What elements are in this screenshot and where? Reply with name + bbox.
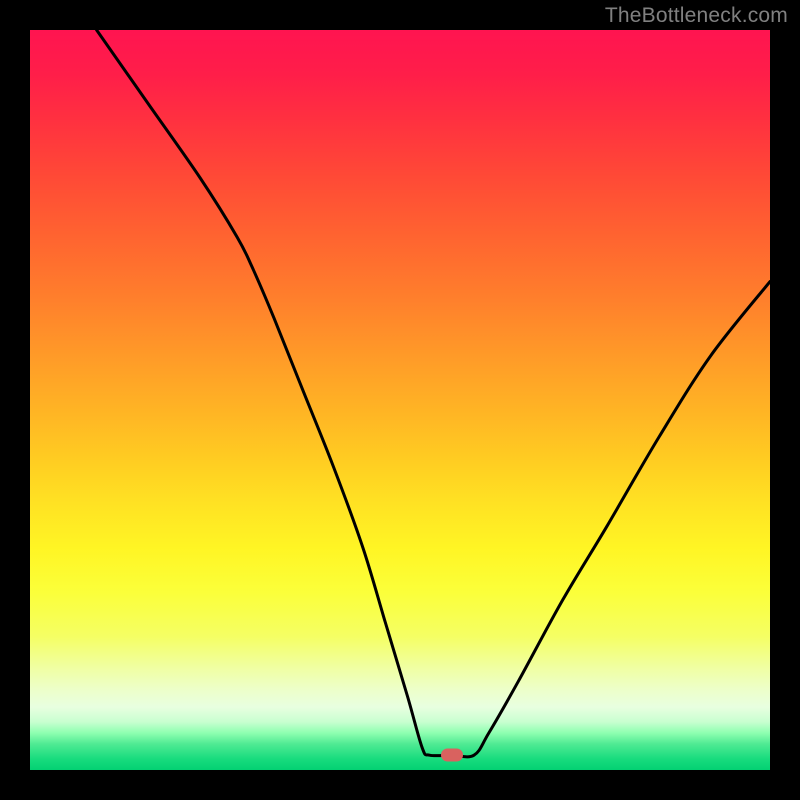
watermark-text: TheBottleneck.com <box>605 4 788 28</box>
plot-area <box>30 30 770 770</box>
optimal-point-marker <box>441 749 463 762</box>
curve-layer <box>30 30 770 770</box>
chart-frame: TheBottleneck.com <box>0 0 800 800</box>
bottleneck-curve <box>97 30 770 757</box>
